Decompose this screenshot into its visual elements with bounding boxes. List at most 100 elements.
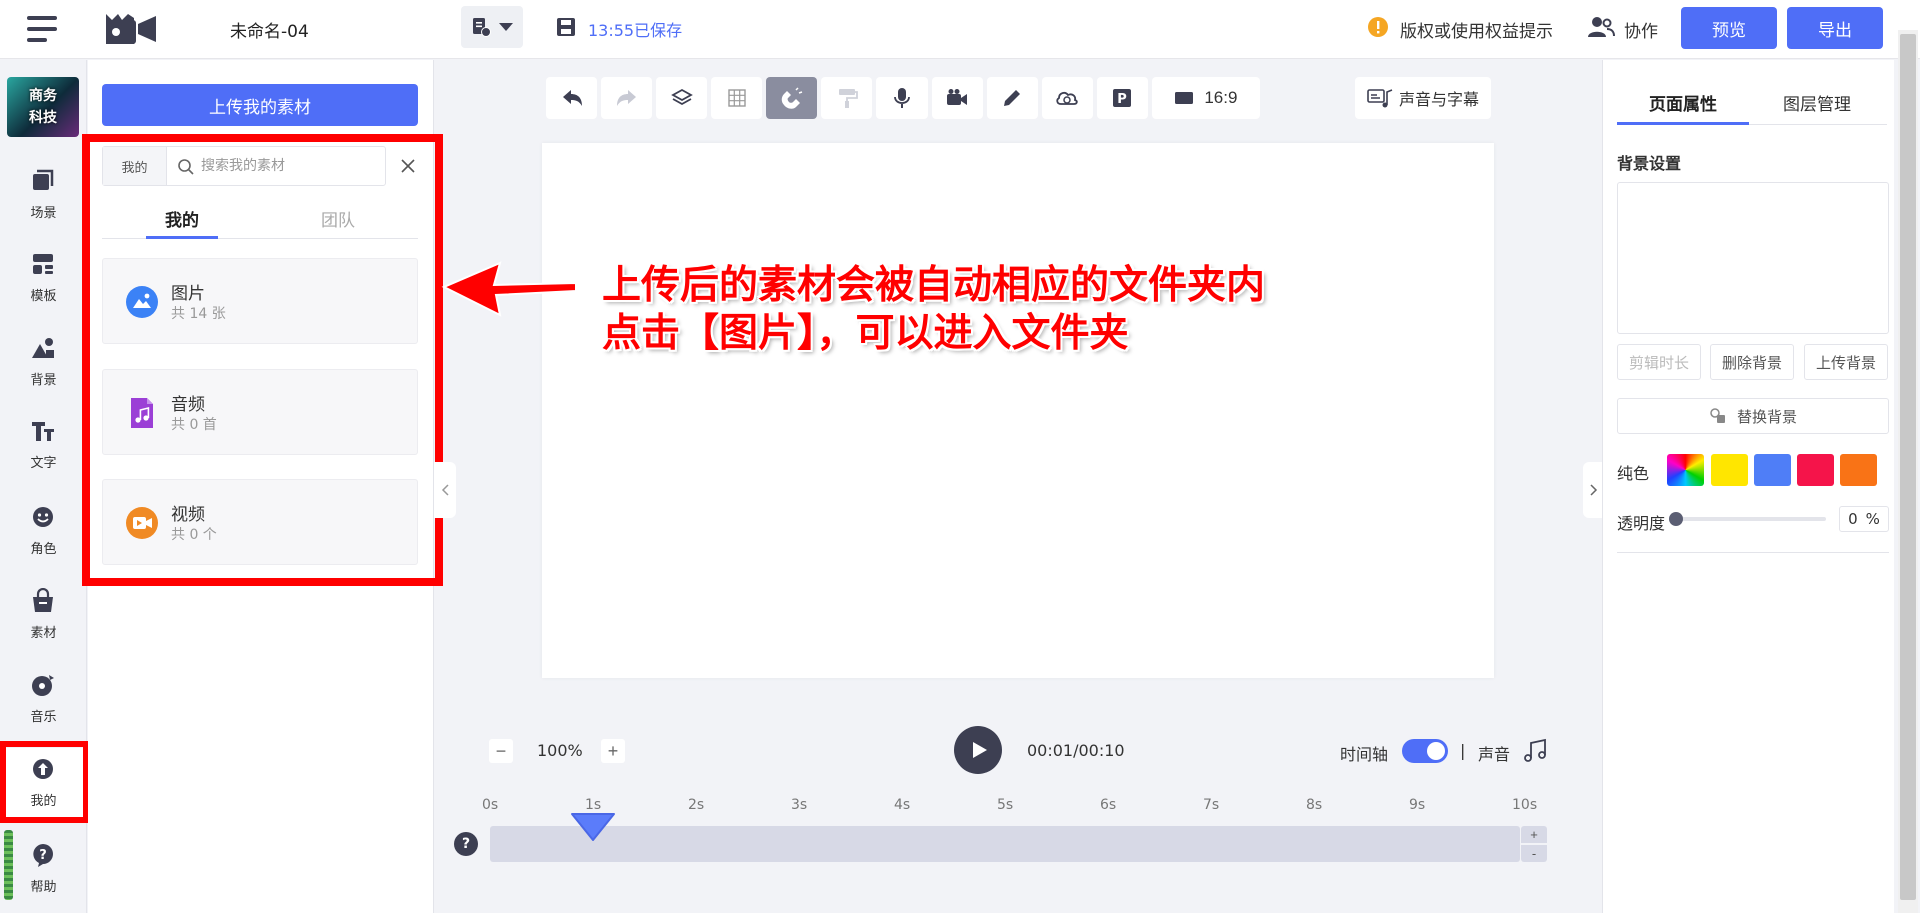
opacity-slider-handle[interactable] [1669,512,1683,526]
undo-button[interactable] [546,77,598,119]
timeline-help-icon[interactable]: ? [454,832,478,856]
timeline-tick-label: 6s [1100,797,1117,813]
pen-icon [1004,90,1021,106]
replace-icon [1710,408,1725,423]
aspect-ratio-button[interactable]: 16:9 [1151,77,1260,119]
color-swatch-blue[interactable] [1754,454,1791,486]
delete-background-button[interactable]: 删除背景 [1710,344,1794,380]
layers-icon [670,88,693,106]
grid-icon [728,89,746,107]
annotation-text: 上传后的素材会被自动相应的文件夹内 点击【图片】，可以进入文件夹 [602,262,1265,358]
opacity-value: 0 [1848,510,1858,528]
background-icon [32,338,54,358]
sound-label[interactable]: 声音 [1478,741,1510,765]
timeline-tick-label: 4s [894,797,911,813]
zoom-in-button[interactable]: + [601,739,625,763]
tab-layer-management[interactable]: 图层管理 [1783,90,1851,115]
upload-my-assets-button[interactable]: 上传我的素材 [102,84,418,126]
app-logo-camera-icon [102,12,162,50]
magnet-snap-button[interactable] [766,77,818,119]
color-swatch-yellow[interactable] [1711,454,1748,486]
playhead-marker[interactable] [570,812,616,842]
trim-duration-button[interactable]: 剪辑时长 [1617,344,1701,380]
play-button[interactable] [954,726,1002,774]
music-note-icon[interactable] [1522,738,1548,764]
parking-p-icon: P [1113,89,1132,107]
rail-item-assets[interactable]: 素材 [0,580,87,652]
export-button[interactable]: 导出 [1787,7,1883,49]
replace-background-button[interactable]: 替换背景 [1617,398,1889,434]
background-preview[interactable] [1617,182,1889,334]
chevron-left-icon [441,484,449,496]
scrollbar-thumb[interactable] [1900,34,1916,900]
rail-label: 场景 [30,206,57,221]
timeline-tick-label: 7s [1203,797,1220,813]
timeline-tick-label: 8s [1306,797,1323,813]
rail-item-help[interactable]: ? 帮助 [0,834,87,906]
cloud-sync-button[interactable] [1041,77,1093,119]
redo-icon [616,90,636,106]
sound-and-subtitle-button[interactable]: 声音与字幕 [1355,77,1491,119]
camera-record-button[interactable] [931,77,983,119]
track-zoom-in-button[interactable]: + [1521,826,1547,843]
music-icon [32,675,54,696]
rights-notice-link[interactable]: 版权或使用权益提示 [1400,17,1553,42]
track-zoom-out-button[interactable]: - [1521,845,1547,862]
rail-item-music[interactable]: 音乐 [0,664,87,736]
background-settings-title: 背景设置 [1617,154,1682,173]
document-menu-dropdown[interactable] [461,6,523,48]
layers-button[interactable] [656,77,708,119]
chevron-right-icon [1590,484,1598,496]
editor-canvas[interactable] [542,143,1494,678]
properties-panel: 页面属性 图层管理 背景设置 剪辑时长 删除背景 上传背景 替换背景 纯色 透明… [1602,60,1894,913]
rail-item-character[interactable]: 角色 [0,496,87,568]
template-icon [33,254,53,274]
timeline-tick-label: 10s [1512,797,1538,813]
props-tab-indicator [1617,122,1749,125]
watermark-button[interactable]: P [1096,77,1148,119]
project-thumbnail[interactable]: 商务 科技 [7,77,79,137]
collapse-panel-handle[interactable] [434,462,456,518]
timeline-tick-label: 2s [688,797,705,813]
grid-button[interactable] [711,77,763,119]
hamburger-menu-icon[interactable] [24,12,60,48]
decorative-strip [4,830,13,900]
preview-button[interactable]: 预览 [1681,7,1777,49]
rail-item-background[interactable]: 背景 [0,327,87,399]
opacity-slider-track[interactable] [1671,517,1826,521]
upload-background-button[interactable]: 上传背景 [1804,344,1888,380]
rail-item-template[interactable]: 模板 [0,243,87,315]
avatar-line2: 科技 [29,110,57,126]
rail-label: 文字 [30,456,57,471]
color-swatch-red[interactable] [1797,454,1834,486]
color-swatch-orange[interactable] [1840,454,1877,486]
rail-item-text[interactable]: 文字 [0,410,87,482]
microphone-button[interactable] [876,77,928,119]
document-title[interactable]: 未命名-04 [230,17,309,42]
annotation-line1: 上传后的素材会被自动相应的文件夹内 [602,263,1266,308]
document-icon [473,18,491,37]
timeline-tick-label: 0s [482,797,499,813]
tab-page-properties[interactable]: 页面属性 [1649,90,1717,115]
top-bar: 未命名-04 13:55已保存 版权或使用权益提示 协作 预览 导出 [0,0,1920,59]
timeline-toggle[interactable] [1402,739,1448,763]
paint-roller-icon [838,89,858,108]
zoom-out-button[interactable]: − [489,739,513,763]
collaborate-icon[interactable] [1587,15,1615,39]
color-picker-swatch[interactable] [1667,454,1704,486]
zoom-level: 100% [537,741,583,760]
cloud-icon [1056,91,1078,105]
timeline-track[interactable] [490,826,1520,862]
paint-roller-button[interactable] [821,77,873,119]
window-scrollbar[interactable] [1898,30,1918,913]
save-icon[interactable] [556,17,576,37]
opacity-input[interactable]: 0 % [1839,506,1889,532]
highlight-box-folders [82,134,443,586]
pen-button[interactable] [986,77,1038,119]
rail-item-scenes[interactable]: 场景 [0,160,87,232]
play-icon [973,742,987,758]
subtitle-music-icon [1367,89,1393,108]
warning-icon [1368,17,1388,37]
redo-button[interactable] [601,77,653,119]
collaborate-label[interactable]: 协作 [1624,17,1658,42]
